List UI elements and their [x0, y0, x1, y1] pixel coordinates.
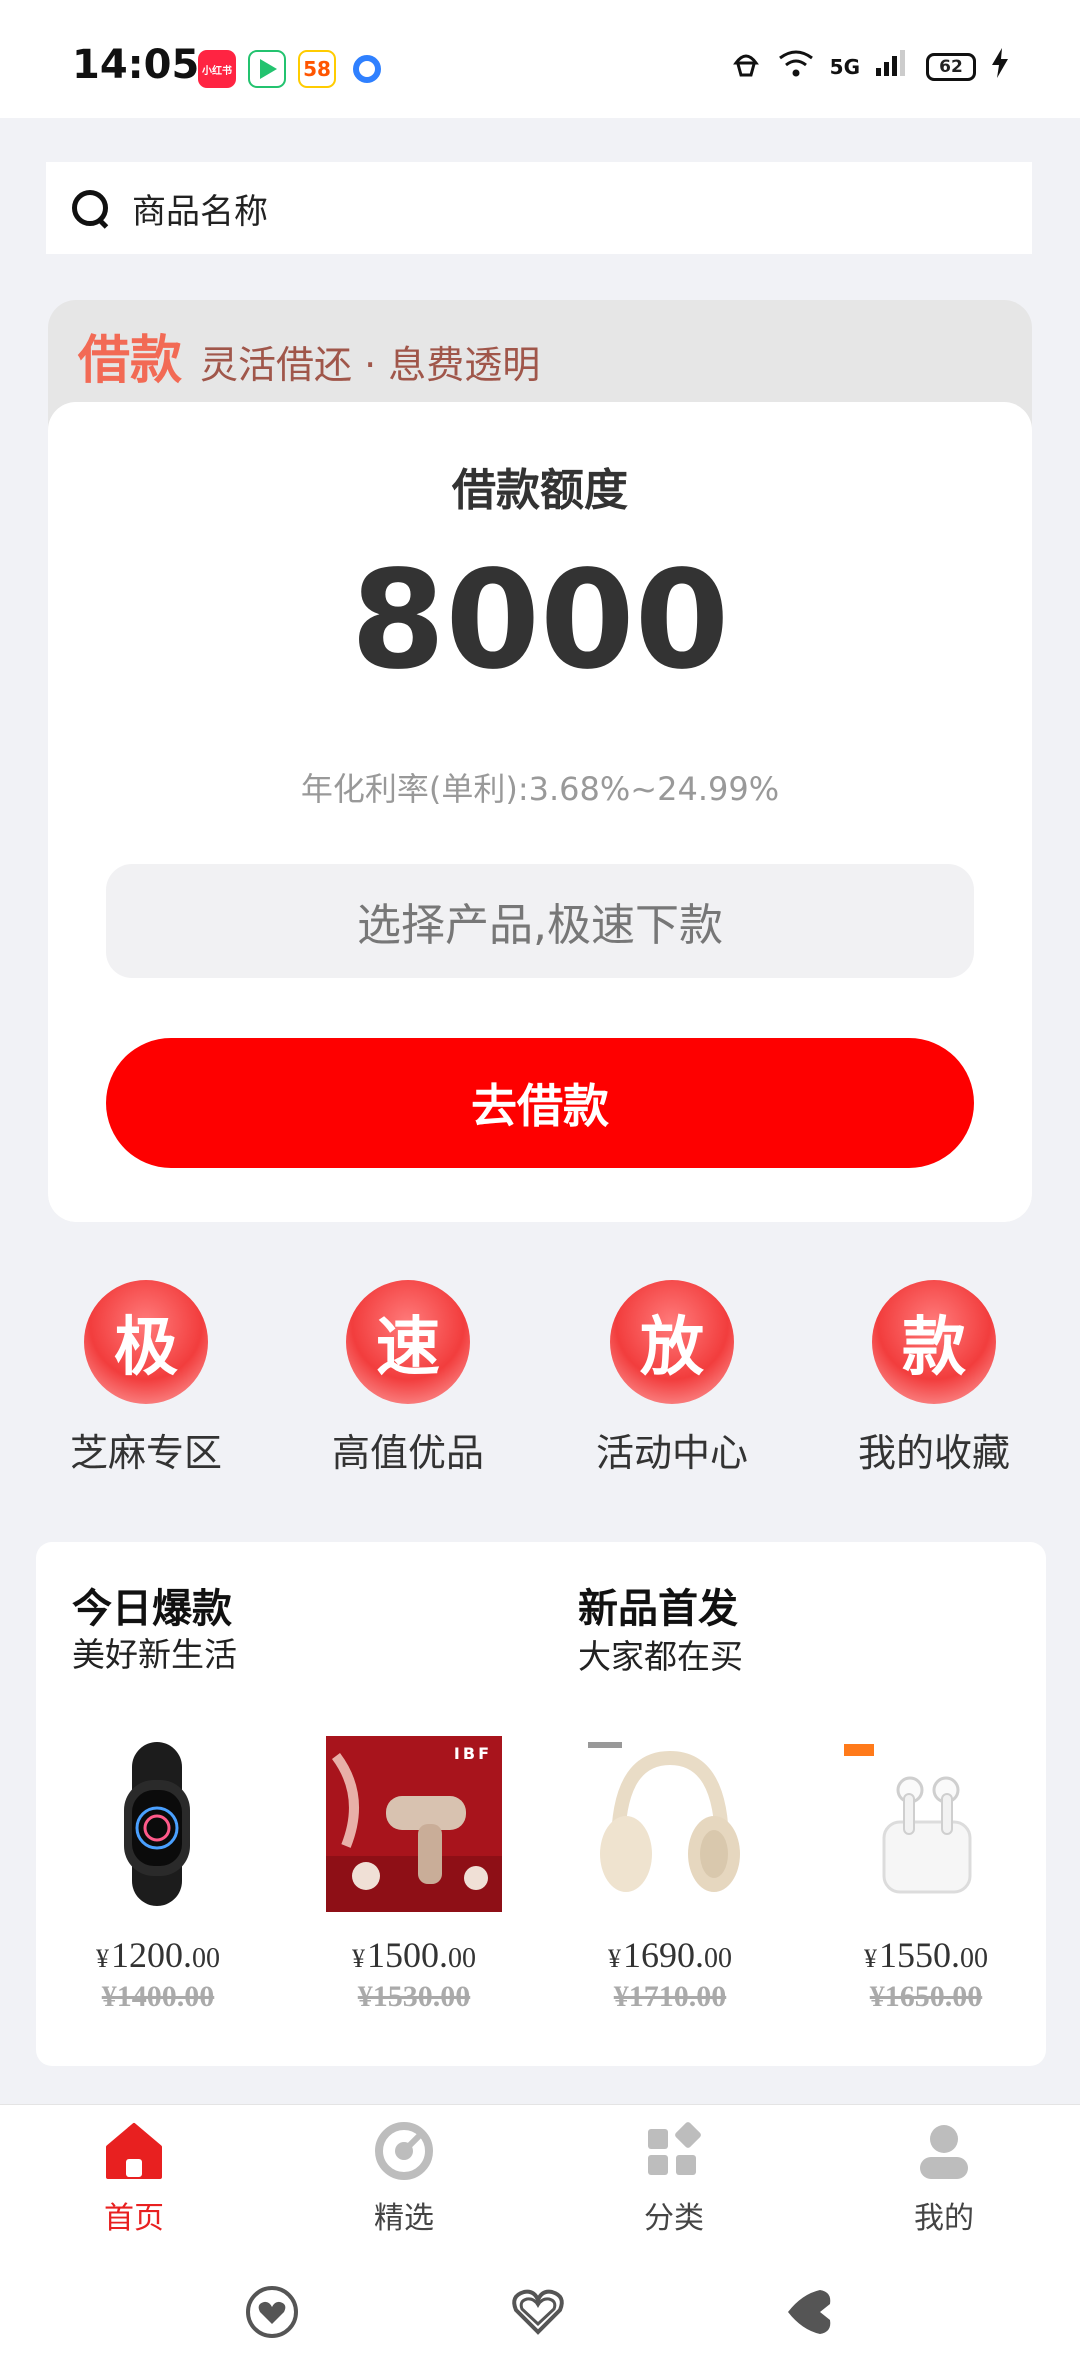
- nav-heart-outline-icon[interactable]: [508, 2282, 568, 2342]
- product-showcase: 今日爆款 美好新生活 新品首发 大家都在买 ¥1200.00 ¥1400.00: [36, 1542, 1046, 2066]
- brand-label: IBF: [453, 1744, 492, 1763]
- home-icon: [104, 2121, 164, 2181]
- quick-link-favorites[interactable]: 款 我的收藏: [814, 1280, 1054, 1477]
- status-app-icons: 小红书 58: [198, 50, 386, 88]
- video-app-icon: [248, 50, 286, 88]
- quick-link-premium[interactable]: 速 高值优品: [288, 1280, 528, 1477]
- quick-link-activity[interactable]: 放 活动中心: [552, 1280, 792, 1477]
- quick-link-badge: 款: [872, 1280, 996, 1404]
- headphones-image: [582, 1736, 758, 1912]
- tab-featured[interactable]: 精选: [304, 2121, 504, 2237]
- featured-icon: [374, 2121, 434, 2181]
- loan-tag: 借款: [78, 331, 183, 391]
- nav-heart-circle-icon[interactable]: [242, 2282, 302, 2342]
- category-icon: [644, 2121, 704, 2181]
- wifi-icon: [776, 46, 816, 88]
- bottom-tab-bar: 首页 精选 分类 我的: [0, 2104, 1080, 2252]
- loan-card: 借款 灵活借还 · 息费透明 借款额度 8000 年化利率(单利):3.68%~…: [48, 300, 1032, 1222]
- hot-section-subtitle: 美好新生活: [72, 1635, 237, 1674]
- battery-indicator: 62: [926, 53, 976, 81]
- status-bar: 14:05 小红书 58 5G 62: [0, 0, 1080, 118]
- tab-label: 分类: [644, 2201, 704, 2236]
- 58-icon: 58: [298, 50, 336, 88]
- massage-gun-image: IBF: [326, 1736, 502, 1912]
- product-original-price: ¥1650.00: [869, 1980, 983, 2013]
- product-item[interactable]: ¥1690.00 ¥1710.00: [550, 1736, 790, 2014]
- search-bar[interactable]: 商品名称: [46, 162, 1032, 254]
- borrow-button[interactable]: 去借款: [106, 1038, 974, 1168]
- loan-panel: 借款额度 8000 年化利率(单利):3.68%~24.99% 选择产品,极速下…: [48, 402, 1032, 1222]
- charging-icon: [990, 47, 1010, 87]
- product-select-button[interactable]: 选择产品,极速下款: [106, 864, 974, 978]
- profile-icon: [914, 2121, 974, 2181]
- product-original-price: ¥1400.00: [101, 1980, 215, 2013]
- network-type: 5G: [829, 55, 860, 79]
- loan-interest-rate: 年化利率(单利):3.68%~24.99%: [300, 770, 780, 808]
- earbuds-image: [838, 1736, 1014, 1912]
- status-indicators: 5G 62: [730, 46, 1010, 88]
- product-price: ¥1500.00: [352, 1935, 476, 1975]
- loan-limit-title: 借款额度: [452, 465, 628, 516]
- browser-icon: [348, 50, 386, 88]
- fitness-band-image: [70, 1736, 246, 1912]
- new-section-subtitle: 大家都在买: [578, 1637, 743, 1676]
- nav-back-icon[interactable]: [780, 2282, 840, 2342]
- status-time: 14:05: [72, 42, 200, 88]
- cupcake-icon: [730, 47, 762, 87]
- tab-label: 首页: [104, 2201, 164, 2236]
- search-icon: [70, 188, 110, 228]
- hot-section-title[interactable]: 今日爆款: [72, 1576, 232, 1634]
- system-nav-bar: [0, 2252, 1080, 2378]
- quick-link-label: 活动中心: [595, 1431, 748, 1475]
- search-input[interactable]: 商品名称: [132, 184, 268, 233]
- product-item[interactable]: IBF ¥1500.00 ¥1530.00: [294, 1736, 534, 2014]
- quick-link-label: 芝麻专区: [69, 1431, 222, 1475]
- loan-limit-amount: 8000: [350, 542, 730, 700]
- quick-link-label: 我的收藏: [857, 1431, 1010, 1475]
- tab-category[interactable]: 分类: [574, 2121, 774, 2237]
- loan-slogan: 灵活借还 · 息费透明: [200, 343, 541, 387]
- product-price: ¥1550.00: [864, 1935, 988, 1975]
- tab-label: 我的: [914, 2201, 974, 2236]
- tab-label: 精选: [374, 2201, 434, 2236]
- xiaohongshu-icon: 小红书: [198, 50, 236, 88]
- tab-home[interactable]: 首页: [34, 2121, 234, 2237]
- quick-link-badge: 放: [610, 1280, 734, 1404]
- quick-link-badge: 极: [84, 1280, 208, 1404]
- product-item[interactable]: ¥1550.00 ¥1650.00: [806, 1736, 1046, 2014]
- product-price: ¥1200.00: [96, 1935, 220, 1975]
- quick-link-badge: 速: [346, 1280, 470, 1404]
- product-price: ¥1690.00: [608, 1935, 732, 1975]
- product-original-price: ¥1530.00: [357, 1980, 471, 2013]
- tab-profile[interactable]: 我的: [844, 2121, 1044, 2237]
- quick-link-label: 高值优品: [331, 1431, 484, 1475]
- product-original-price: ¥1710.00: [613, 1980, 727, 2013]
- quick-links: 极 芝麻专区 速 高值优品 放 活动中心 款 我的收藏: [0, 1280, 1080, 1480]
- new-section-title[interactable]: 新品首发: [578, 1576, 738, 1634]
- product-item[interactable]: ¥1200.00 ¥1400.00: [38, 1736, 278, 2014]
- signal-icon: [874, 48, 912, 86]
- loan-header: 借款 灵活借还 · 息费透明: [78, 318, 540, 393]
- quick-link-zhima[interactable]: 极 芝麻专区: [26, 1280, 266, 1477]
